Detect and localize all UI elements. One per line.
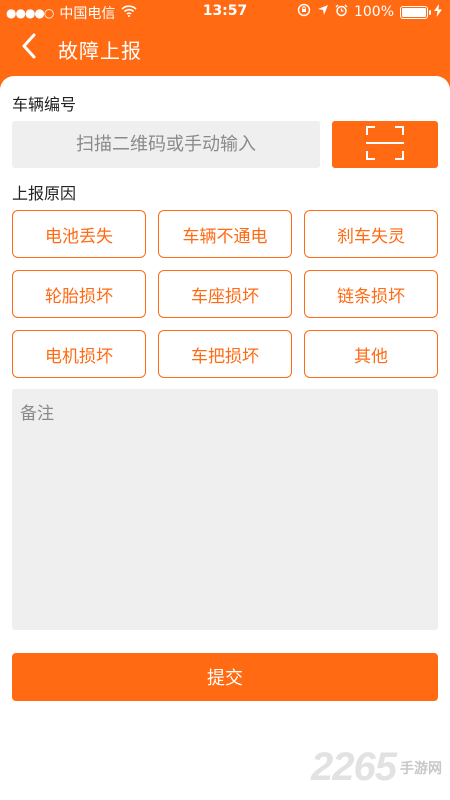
reason-option-no-power[interactable]: 车辆不通电 xyxy=(158,210,292,258)
content-card: 车辆编号 上报原因 电池丢失 车辆不通电 刹车失灵 轮胎损坏 车座损坏 链条损坏… xyxy=(0,76,450,800)
submit-button[interactable]: 提交 xyxy=(12,653,438,701)
reason-option-brake-failure[interactable]: 刹车失灵 xyxy=(304,210,438,258)
reason-option-battery-lost[interactable]: 电池丢失 xyxy=(12,210,146,258)
watermark-text: 手游网 xyxy=(400,760,442,777)
reason-option-tire-damaged[interactable]: 轮胎损坏 xyxy=(12,270,146,318)
location-icon xyxy=(317,4,329,20)
reason-option-seat-damaged[interactable]: 车座损坏 xyxy=(158,270,292,318)
battery-percent: 100% xyxy=(353,4,394,20)
page-title: 故障上报 xyxy=(58,39,142,63)
report-reason-label: 上报原因 xyxy=(12,184,77,203)
status-bar: ●●●●○ 中国电信 13:57 100% xyxy=(0,0,450,24)
charging-icon xyxy=(434,3,442,21)
alarm-icon xyxy=(335,4,348,21)
watermark-logo: 2265 手游网 xyxy=(311,745,442,790)
reason-option-handlebar-damaged[interactable]: 车把损坏 xyxy=(158,330,292,378)
back-button[interactable] xyxy=(14,30,44,66)
reason-option-chain-damaged[interactable]: 链条损坏 xyxy=(304,270,438,318)
status-right: 100% xyxy=(297,3,442,21)
battery-icon xyxy=(400,5,431,19)
scan-icon xyxy=(365,124,405,166)
vehicle-number-label: 车辆编号 xyxy=(12,95,77,114)
scan-qr-button[interactable] xyxy=(332,121,438,168)
reason-option-other[interactable]: 其他 xyxy=(304,330,438,378)
chevron-left-icon xyxy=(21,33,37,63)
remark-textarea[interactable] xyxy=(12,389,438,630)
watermark-number: 2265 xyxy=(311,745,397,789)
vehicle-number-input[interactable] xyxy=(12,121,320,168)
navbar: 故障上报 xyxy=(0,24,450,72)
rotation-lock-icon xyxy=(297,3,311,21)
reason-option-motor-damaged[interactable]: 电机损坏 xyxy=(12,330,146,378)
